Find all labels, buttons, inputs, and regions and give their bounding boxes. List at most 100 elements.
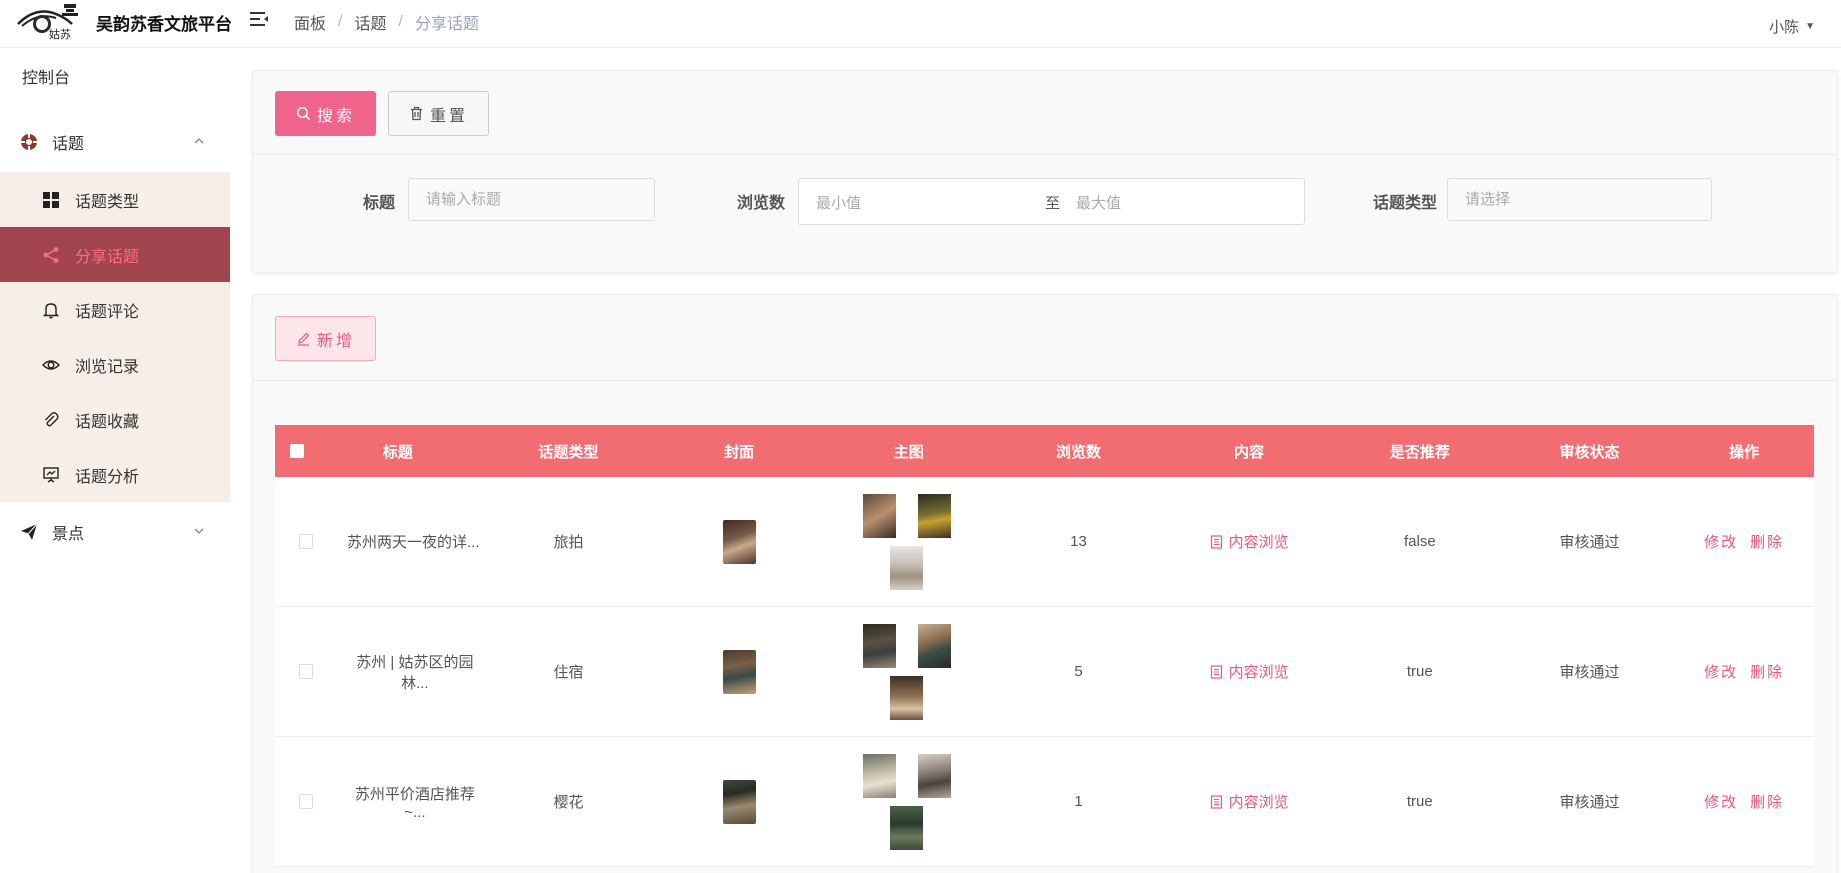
column-header-recommended[interactable]: 是否推荐: [1335, 441, 1505, 462]
cell-main-images: [824, 623, 994, 720]
sidebar-item-browse-history[interactable]: 浏览记录: [0, 337, 230, 392]
cell-main-images: [824, 493, 994, 590]
cell-content: 内容浏览: [1163, 661, 1335, 682]
cell-recommended: false: [1403, 533, 1436, 550]
cover-image[interactable]: [722, 779, 756, 824]
add-button-label: 新增: [316, 332, 355, 350]
cell-type: 住宿: [553, 664, 584, 681]
views-range-input[interactable]: 最小值 至 最大值: [798, 178, 1305, 225]
cover-image[interactable]: [722, 519, 756, 564]
row-checkbox[interactable]: [275, 794, 313, 809]
select-all-checkbox[interactable]: [275, 444, 313, 458]
main-image[interactable]: [889, 545, 923, 590]
column-header-status[interactable]: 审核状态: [1505, 441, 1675, 462]
column-header-title[interactable]: 标题: [313, 441, 483, 462]
max-views-input[interactable]: 最大值: [1076, 192, 1121, 213]
min-views-input[interactable]: 最小值: [816, 192, 861, 213]
main-image[interactable]: [862, 623, 896, 668]
logo-text: 姑苏: [49, 28, 71, 40]
main-image[interactable]: [862, 753, 896, 798]
breadcrumb-item-topic[interactable]: 话题: [354, 10, 386, 34]
cell-status: 审核通过: [1559, 794, 1620, 811]
row-checkbox[interactable]: [275, 534, 313, 549]
search-icon: [296, 106, 311, 121]
delete-button[interactable]: 删除: [1750, 661, 1784, 682]
user-menu[interactable]: 小陈 ▼: [1769, 16, 1815, 37]
user-name: 小陈: [1769, 19, 1800, 36]
sidebar-item-topic-comment[interactable]: 话题评论: [0, 282, 230, 337]
chevron-up-icon: [194, 138, 204, 144]
main-image[interactable]: [862, 493, 896, 538]
breadcrumb-item-current: 分享话题: [414, 16, 479, 33]
trash-icon: [410, 106, 422, 121]
sidebar-group-label: 话题: [52, 136, 85, 153]
column-header-type[interactable]: 话题类型: [483, 441, 655, 462]
content-preview-link[interactable]: 内容浏览: [1210, 661, 1289, 682]
delete-button[interactable]: 删除: [1750, 531, 1784, 552]
content-preview-link[interactable]: 内容浏览: [1210, 531, 1289, 552]
cover-image[interactable]: [722, 649, 756, 694]
main-image[interactable]: [889, 675, 923, 720]
menu-toggle-icon[interactable]: [248, 8, 270, 30]
title-input[interactable]: 请输入标题: [408, 178, 655, 221]
sidebar-group-label: 景点: [52, 526, 85, 543]
add-button[interactable]: 新增: [275, 316, 376, 361]
sidebar-submenu-topic: 话题类型 分享话题 话题评论 浏览记录 话题收藏 话题分析: [0, 172, 230, 502]
cell-views: 5: [1074, 663, 1083, 680]
sidebar-item-topic-analysis[interactable]: 话题分析: [0, 447, 230, 502]
sidebar-item-dashboard[interactable]: 控制台: [0, 48, 230, 112]
breadcrumb-separator: /: [398, 13, 403, 30]
sidebar-item-label: 话题评论: [75, 303, 140, 321]
edit-button[interactable]: 修改: [1704, 661, 1738, 682]
paperclip-icon: [45, 411, 59, 426]
column-header-actions: 操作: [1729, 443, 1760, 461]
row-checkbox[interactable]: [275, 664, 313, 679]
sidebar-group-topic[interactable]: 话题: [0, 112, 230, 172]
sidebar-item-topic-favorite[interactable]: 话题收藏: [0, 392, 230, 447]
cell-recommended: true: [1406, 663, 1433, 680]
sidebar: 控制台 话题 话题类型 分享话题 话题评论 浏览记录 话题收藏 话题分析 景点: [0, 48, 230, 873]
search-button[interactable]: 搜索: [275, 91, 376, 136]
edit-button[interactable]: 修改: [1704, 531, 1738, 552]
search-panel: 搜索 重置 标题 请输入标题 浏览数 最小值 至 最大值 话题类型 请选择: [252, 70, 1838, 273]
cell-actions: 修改 删除: [1674, 661, 1814, 682]
range-separator: 至: [1045, 195, 1061, 212]
column-header-views[interactable]: 浏览数: [994, 441, 1164, 462]
search-button-label: 搜索: [316, 107, 355, 125]
edit-button[interactable]: 修改: [1704, 791, 1738, 812]
type-select[interactable]: 请选择: [1447, 178, 1712, 221]
sidebar-item-topic-type[interactable]: 话题类型: [0, 172, 230, 227]
main-image[interactable]: [889, 805, 923, 850]
cell-actions: 修改 删除: [1674, 531, 1814, 552]
reset-button[interactable]: 重置: [388, 91, 489, 136]
table-row: 苏州平价酒店推荐~... 樱花 1 内容浏览 true 审核通过 修改 删除: [275, 737, 1814, 867]
divider: [253, 154, 1837, 155]
sidebar-item-label: 话题类型: [75, 193, 140, 211]
table-panel: 新增 标题 话题类型 封面 主图 浏览数 内容 是否推荐 审核状态 操作 苏州两…: [252, 294, 1838, 873]
grid-icon: [43, 191, 59, 208]
main-image[interactable]: [917, 623, 951, 668]
divider: [253, 380, 1837, 381]
content-preview-link[interactable]: 内容浏览: [1210, 791, 1289, 812]
sidebar-group-scenic[interactable]: 景点: [0, 502, 230, 562]
topic-table: 标题 话题类型 封面 主图 浏览数 内容 是否推荐 审核状态 操作 苏州两天一夜…: [275, 425, 1814, 867]
breadcrumb-separator: /: [338, 13, 343, 30]
delete-button[interactable]: 删除: [1750, 791, 1784, 812]
main-image[interactable]: [917, 753, 951, 798]
sidebar-item-label: 话题分析: [75, 468, 140, 486]
cell-content: 内容浏览: [1163, 791, 1335, 812]
breadcrumb-item-dashboard[interactable]: 面板: [294, 10, 326, 34]
cell-type: 旅拍: [553, 534, 584, 551]
content-preview-label: 内容浏览: [1228, 794, 1289, 811]
sidebar-item-share-topic[interactable]: 分享话题: [0, 227, 230, 282]
sidebar-item-label: 话题收藏: [75, 413, 140, 431]
main-image[interactable]: [917, 493, 951, 538]
cell-cover: [654, 649, 824, 694]
document-icon: [1210, 794, 1222, 809]
cell-cover: [654, 779, 824, 824]
document-icon: [1210, 664, 1222, 679]
views-filter-label: 浏览数: [737, 195, 786, 212]
cell-content: 内容浏览: [1163, 531, 1335, 552]
share-icon: [43, 246, 59, 263]
document-icon: [1210, 534, 1222, 549]
